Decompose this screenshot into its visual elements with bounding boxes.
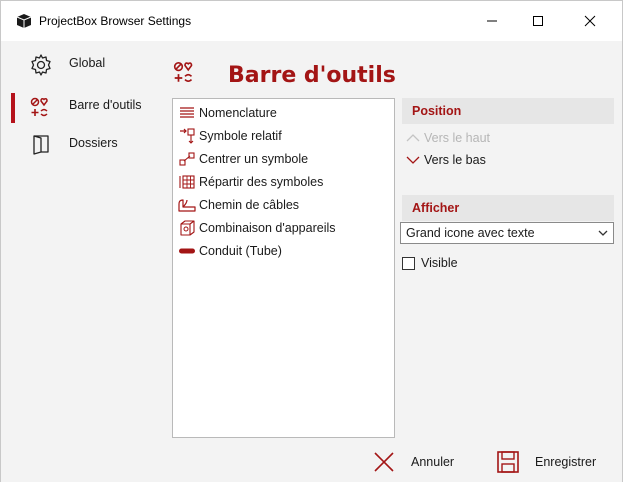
- list-icon: [180, 107, 194, 118]
- list-item[interactable]: Nomenclature: [175, 102, 393, 124]
- list-item[interactable]: Symbole relatif: [175, 125, 393, 147]
- tool-label: Chemin de câbles: [199, 198, 300, 212]
- display-header: Afficher: [402, 195, 614, 221]
- cancel-button[interactable]: Annuler: [371, 449, 454, 475]
- section-title: Position: [412, 104, 462, 118]
- chevron-down-icon: [406, 156, 420, 164]
- option-down[interactable]: Vers le bas: [402, 149, 614, 171]
- minimize-icon: [487, 20, 497, 22]
- sidebar-item-label: Barre d'outils: [69, 98, 142, 112]
- sidebar: Global Barre d'outils Dossiers: [1, 41, 164, 441]
- page-title: Barre d'outils: [228, 63, 396, 88]
- select-value: Grand icone avec texte: [406, 226, 535, 240]
- maximize-button[interactable]: [515, 1, 561, 41]
- tool-label: Répartir des symboles: [199, 175, 324, 189]
- tool-label: Symbole relatif: [199, 129, 282, 143]
- footer: Annuler Enregistrer: [1, 441, 622, 482]
- cancel-label: Annuler: [411, 455, 455, 469]
- close-icon: [584, 15, 596, 27]
- checkbox-label: Visible: [421, 256, 458, 270]
- option-label: Vers le haut: [424, 131, 491, 145]
- position-header: Position: [402, 98, 614, 124]
- gear-icon: [31, 54, 51, 76]
- close-button[interactable]: [567, 1, 613, 41]
- list-item[interactable]: Centrer un symbole: [175, 148, 393, 170]
- list-item[interactable]: Répartir des symboles: [175, 171, 393, 193]
- center-symbol-icon: [179, 152, 195, 166]
- display-mode-select[interactable]: Grand icone avec texte: [400, 222, 614, 244]
- distribute-symbols-icon: [179, 175, 195, 189]
- sidebar-item-label: Dossiers: [69, 136, 118, 150]
- save-icon: [497, 451, 519, 473]
- tool-label: Combinaison d'appareils: [199, 221, 336, 235]
- chevron-down-icon: [598, 230, 608, 236]
- toolbar-icon: [173, 61, 193, 83]
- main-panel: Barre d'outils Nomenclature Symbole rela…: [164, 41, 622, 441]
- device-combination-icon: [180, 220, 195, 236]
- tool-list[interactable]: Nomenclature Symbole relatif Centrer un …: [172, 98, 395, 438]
- list-item[interactable]: Conduit (Tube): [175, 240, 393, 262]
- save-button[interactable]: Enregistrer: [495, 449, 596, 475]
- maximize-icon: [533, 16, 543, 26]
- toolbar-icon: [30, 97, 48, 117]
- section-title: Afficher: [412, 201, 460, 215]
- tool-label: Nomenclature: [199, 106, 277, 120]
- app-box-icon: [16, 14, 32, 28]
- sidebar-item-label: Global: [69, 56, 106, 70]
- window-title: ProjectBox Browser Settings: [39, 14, 192, 28]
- save-label: Enregistrer: [535, 455, 597, 469]
- visible-checkbox[interactable]: [402, 256, 415, 270]
- sidebar-item-global[interactable]: Global: [1, 45, 164, 85]
- list-item[interactable]: Chemin de câbles: [175, 194, 393, 216]
- conduit-icon: [179, 248, 195, 254]
- tool-label: Centrer un symbole: [199, 152, 309, 166]
- minimize-button[interactable]: [469, 1, 515, 41]
- option-up[interactable]: Vers le haut: [402, 127, 614, 149]
- option-label: Vers le bas: [424, 153, 486, 167]
- close-icon: [374, 452, 394, 472]
- active-indicator: [11, 93, 15, 123]
- settings-window: ProjectBox Browser Settings Global Barre…: [0, 0, 623, 482]
- chevron-up-icon: [406, 134, 420, 142]
- tool-label: Conduit (Tube): [199, 244, 282, 258]
- folder-icon: [33, 135, 49, 155]
- sidebar-item-toolbar[interactable]: Barre d'outils: [1, 87, 164, 127]
- list-item[interactable]: Combinaison d'appareils: [175, 217, 393, 239]
- relative-symbol-icon: [180, 128, 195, 144]
- sidebar-item-folders[interactable]: Dossiers: [1, 125, 164, 165]
- cable-path-icon: [178, 199, 196, 212]
- visible-checkbox-row[interactable]: Visible: [402, 254, 458, 272]
- title-bar: ProjectBox Browser Settings: [1, 1, 622, 41]
